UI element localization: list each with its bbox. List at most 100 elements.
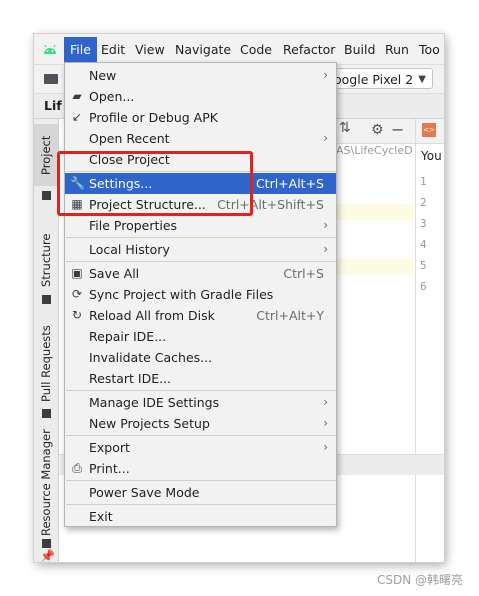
menu-item-open-recent[interactable]: Open Recent › — [65, 128, 336, 149]
menu-item-label: Local History — [89, 242, 170, 257]
tab-structure[interactable]: Structure — [34, 229, 58, 291]
menu-item-label: Export — [89, 440, 130, 455]
menu-item-new[interactable]: New › — [65, 65, 336, 86]
chevron-right-icon: › — [323, 440, 328, 454]
pin-icon[interactable]: 📌 — [40, 549, 55, 562]
device-label: oogle Pixel 2 — [334, 72, 414, 87]
menu-separator — [66, 435, 336, 436]
menu-item-label: Exit — [89, 509, 113, 524]
folder-icon[interactable] — [44, 74, 58, 84]
project-path-text: AS\LifeCycleD — [336, 144, 413, 157]
menu-tools[interactable]: Too — [416, 40, 443, 60]
menu-item-power-save-mode[interactable]: Power Save Mode — [65, 482, 336, 503]
menu-item-shortcut: Ctrl+Alt+Y — [256, 308, 324, 323]
menu-item-print[interactable]: ⎙ Print... — [65, 458, 336, 479]
menu-item-open[interactable]: ▰ Open... — [65, 86, 336, 107]
menu-item-label: New — [89, 68, 117, 83]
annotation-highlight-box — [57, 151, 253, 216]
minimize-icon[interactable]: − — [391, 120, 404, 139]
menu-item-label: Print... — [89, 461, 130, 476]
menu-item-label: Repair IDE... — [89, 329, 167, 344]
chevron-right-icon: › — [323, 131, 328, 145]
tab-resource-manager[interactable]: Resource Manager — [34, 429, 58, 537]
collapse-all-icon[interactable]: ⇅ — [339, 120, 351, 136]
menu-item-label: File Properties — [89, 218, 178, 233]
project-name-tab[interactable]: Lif — [44, 94, 62, 118]
menu-file[interactable]: File — [64, 37, 97, 63]
android-icon — [44, 44, 56, 54]
pull-requests-icon — [42, 409, 51, 418]
menu-item-label: Restart IDE... — [89, 371, 172, 386]
xml-file-icon: <> — [422, 123, 436, 137]
menu-item-new-projects-setup[interactable]: New Projects Setup › — [65, 413, 336, 434]
menu-item-label: Open Recent — [89, 131, 170, 146]
menu-item-label: New Projects Setup — [89, 416, 210, 431]
menu-item-label: Power Save Mode — [89, 485, 200, 500]
device-selector[interactable]: oogle Pixel 2 ▼ — [329, 68, 433, 89]
menu-separator — [66, 261, 336, 262]
menu-item-manage-ide-settings[interactable]: Manage IDE Settings › — [65, 392, 336, 413]
menu-item-save-all[interactable]: ▣ Save All Ctrl+S — [65, 263, 336, 284]
folder-icon: ▰ — [72, 89, 82, 103]
tab-project[interactable]: Project — [34, 124, 58, 186]
profile-apk-icon: ↙ — [71, 110, 83, 124]
editor-text: You — [421, 149, 442, 163]
menu-item-label: Reload All from Disk — [89, 308, 215, 323]
menu-item-file-properties[interactable]: File Properties › — [65, 215, 336, 236]
highlighted-row — [337, 259, 413, 275]
menu-build[interactable]: Build — [341, 40, 378, 60]
reload-icon: ↻ — [71, 308, 83, 322]
line-number: 1 — [420, 175, 427, 188]
menu-run[interactable]: Run — [382, 40, 412, 60]
menu-item-gradle-sync[interactable]: ⟳ Sync Project with Gradle Files — [65, 284, 336, 305]
chevron-right-icon: › — [323, 242, 328, 256]
line-number: 2 — [420, 196, 427, 209]
project-folder-icon — [42, 191, 51, 200]
chevron-right-icon: › — [323, 395, 328, 409]
menu-item-local-history[interactable]: Local History › — [65, 239, 336, 260]
highlighted-row — [337, 204, 413, 220]
chevron-right-icon: › — [323, 68, 328, 82]
editor-file-tab[interactable]: <> — [416, 119, 444, 144]
gear-icon[interactable]: ⚙ — [371, 122, 384, 138]
menu-bar: File Edit View Navigate Code Refactor Bu… — [34, 34, 444, 65]
chevron-right-icon: › — [323, 416, 328, 430]
structure-icon — [42, 295, 51, 304]
menu-item-label: Sync Project with Gradle Files — [89, 287, 274, 302]
menu-refactor[interactable]: Refactor — [280, 40, 338, 60]
save-icon: ▣ — [71, 266, 83, 280]
menu-item-repair-ide[interactable]: Repair IDE... — [65, 326, 336, 347]
line-number: 4 — [420, 238, 427, 251]
menu-code[interactable]: Code — [237, 40, 275, 60]
line-number: 6 — [420, 280, 427, 293]
menu-view[interactable]: View — [132, 40, 168, 60]
menu-edit[interactable]: Edit — [98, 40, 128, 60]
menu-item-shortcut: Ctrl+S — [283, 266, 324, 281]
file-menu: New › ▰ Open... ↙ Profile or Debug APK O… — [64, 62, 337, 527]
menu-separator — [66, 504, 336, 505]
menu-item-reload-all[interactable]: ↻ Reload All from Disk Ctrl+Alt+Y — [65, 305, 336, 326]
menu-item-export[interactable]: Export › — [65, 437, 336, 458]
gradle-sync-icon: ⟳ — [71, 287, 83, 301]
menu-item-label: Open... — [89, 89, 135, 104]
menu-item-exit[interactable]: Exit — [65, 506, 336, 527]
chevron-down-icon: ▼ — [418, 74, 426, 85]
chevron-right-icon: › — [323, 218, 328, 232]
menu-item-label: Manage IDE Settings — [89, 395, 220, 410]
menu-item-label: Invalidate Caches... — [89, 350, 213, 365]
menu-separator — [66, 237, 336, 238]
tab-pull-requests[interactable]: Pull Requests — [34, 319, 58, 409]
menu-separator — [66, 480, 336, 481]
line-number: 5 — [420, 259, 427, 272]
menu-navigate[interactable]: Navigate — [172, 40, 234, 60]
menu-item-invalidate-caches[interactable]: Invalidate Caches... — [65, 347, 336, 368]
watermark: CSDN @韩曙亮 — [376, 573, 463, 587]
menu-item-shortcut: Ctrl+Alt+S — [255, 176, 324, 191]
menu-separator — [66, 390, 336, 391]
menu-item-profile-apk[interactable]: ↙ Profile or Debug APK — [65, 107, 336, 128]
editor-area: <> You 1 2 3 4 5 6 — [415, 119, 444, 562]
menu-item-restart-ide[interactable]: Restart IDE... — [65, 368, 336, 389]
line-number: 3 — [420, 217, 427, 230]
menu-item-label: Save All — [89, 266, 140, 281]
left-tool-strip: Project Structure Pull Requests Resource… — [34, 119, 59, 562]
